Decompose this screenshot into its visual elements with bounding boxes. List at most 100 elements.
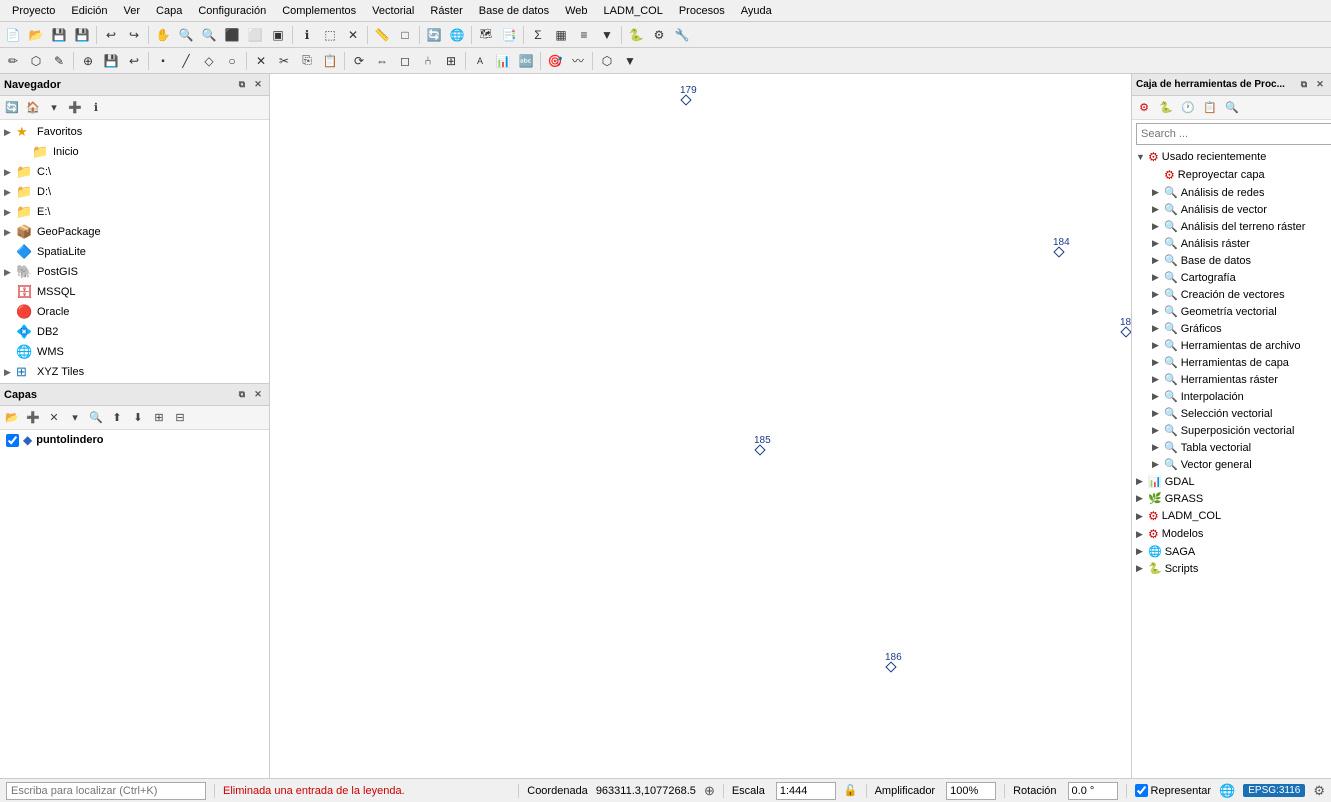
tb-macro[interactable]: ⚙	[648, 24, 670, 46]
proc-section-20[interactable]: ▶ 🌿 GRASS	[1132, 490, 1331, 507]
proc-section-13[interactable]: ▶ 🔍 Herramientas ráster	[1132, 371, 1331, 388]
tb2-delete[interactable]: ✕	[250, 50, 272, 72]
tb2-more2[interactable]: ▼	[619, 50, 641, 72]
tb2-field[interactable]: 🔤	[515, 50, 537, 72]
tb-save-as[interactable]: 💾	[71, 24, 93, 46]
menu-capa[interactable]: Capa	[148, 3, 190, 19]
status-render-icon[interactable]: 🌐	[1219, 783, 1235, 799]
layers-remove-btn[interactable]: ✕	[44, 408, 64, 428]
layers-open-btn[interactable]: 📂	[2, 408, 22, 428]
layers-close-btn[interactable]: ✕	[251, 388, 265, 402]
nav-item-db2[interactable]: 💠 DB2	[0, 322, 269, 342]
nav-refresh-btn[interactable]: 🔄	[2, 98, 22, 118]
tb2-copy[interactable]: ⎘	[296, 50, 318, 72]
tb-globe[interactable]: 🌐	[446, 24, 468, 46]
nav-item-oracle[interactable]: 🔴 Oracle	[0, 302, 269, 322]
proc-section-14[interactable]: ▶ 🔍 Interpolación	[1132, 388, 1331, 405]
layers-float-btn[interactable]: ⧉	[235, 388, 249, 402]
proc-section-7[interactable]: ▶ 🔍 Cartografía	[1132, 269, 1331, 286]
nav-item-e[interactable]: ▶ 📁 E:\	[0, 202, 269, 222]
tb-measure-area[interactable]: □	[394, 24, 416, 46]
status-search-input[interactable]	[6, 782, 206, 800]
proc-section-2[interactable]: ▶ 🔍 Análisis de redes	[1132, 184, 1331, 201]
tb-heatmap[interactable]: ≡	[573, 24, 595, 46]
tb-new-map[interactable]: 🗺	[475, 24, 497, 46]
tb2-scale[interactable]: ⇔	[371, 50, 393, 72]
tb-atlas[interactable]: 📑	[498, 24, 520, 46]
menu-base-datos[interactable]: Base de datos	[471, 3, 557, 19]
tb2-split[interactable]: ⑃	[417, 50, 439, 72]
menu-ladm-col[interactable]: LADM_COL	[596, 3, 671, 19]
layers-filter2-btn[interactable]: 🔍	[86, 408, 106, 428]
menu-ver[interactable]: Ver	[116, 3, 149, 19]
tb-more[interactable]: ▼	[596, 24, 618, 46]
menu-configuracion[interactable]: Configuración	[190, 3, 274, 19]
tb2-snap[interactable]: 🎯	[544, 50, 566, 72]
tb-redo[interactable]: ↪	[123, 24, 145, 46]
proc-section-9[interactable]: ▶ 🔍 Geometría vectorial	[1132, 303, 1331, 320]
proc-section-12[interactable]: ▶ 🔍 Herramientas de capa	[1132, 354, 1331, 371]
menu-web[interactable]: Web	[557, 3, 595, 19]
tb2-node[interactable]: ⬡	[25, 50, 47, 72]
nav-item-spatialite[interactable]: 🔷 SpatiaLite	[0, 242, 269, 262]
nav-add-btn[interactable]: ➕	[65, 98, 85, 118]
nav-item-geopackage[interactable]: ▶ 📦 GeoPackage	[0, 222, 269, 242]
tb-select-rect[interactable]: ⬚	[319, 24, 341, 46]
proc-section-17[interactable]: ▶ 🔍 Tabla vectorial	[1132, 439, 1331, 456]
status-scale-lock[interactable]: 🔓	[844, 784, 858, 797]
proc-section-19[interactable]: ▶ 📊 GDAL	[1132, 473, 1331, 490]
processing-search-input[interactable]	[1136, 123, 1331, 145]
tb-zoom-layer[interactable]: ⬜	[244, 24, 266, 46]
tb-zoom-full[interactable]: ⬛	[221, 24, 243, 46]
proc-section-23[interactable]: ▶ 🌐 SAGA	[1132, 543, 1331, 560]
tb2-trace[interactable]: 〰	[567, 50, 589, 72]
nav-filter-btn[interactable]: ▾	[44, 98, 64, 118]
proc-section-8[interactable]: ▶ 🔍 Creación de vectores	[1132, 286, 1331, 303]
proc-section-5[interactable]: ▶ 🔍 Análisis ráster	[1132, 235, 1331, 252]
processing-float-btn[interactable]: ⧉	[1297, 78, 1311, 92]
status-coord-icon[interactable]: ⊕	[704, 783, 715, 799]
proc-section-3[interactable]: ▶ 🔍 Análisis de vector	[1132, 201, 1331, 218]
tb-new[interactable]: 📄	[2, 24, 24, 46]
menu-complementos[interactable]: Complementos	[274, 3, 364, 19]
tb2-add-line[interactable]: ╱	[175, 50, 197, 72]
tb2-save-edits[interactable]: 💾	[100, 50, 122, 72]
layer-item-puntolindero[interactable]: ◆ puntolindero	[0, 430, 269, 450]
status-represent-checkbox[interactable]	[1135, 784, 1148, 797]
tb2-topology[interactable]: ⬡	[596, 50, 618, 72]
layers-collapse-btn[interactable]: ⊟	[170, 408, 190, 428]
tb-save[interactable]: 💾	[48, 24, 70, 46]
tb2-rotate[interactable]: ⟳	[348, 50, 370, 72]
proc-section-11[interactable]: ▶ 🔍 Herramientas de archivo	[1132, 337, 1331, 354]
layers-down-btn[interactable]: ⬇	[128, 408, 148, 428]
nav-item-mssql[interactable]: 🗄 MSSQL	[0, 282, 269, 302]
proc-section-10[interactable]: ▶ 🔍 Gráficos	[1132, 320, 1331, 337]
menu-procesos[interactable]: Procesos	[671, 3, 733, 19]
proc-section-6[interactable]: ▶ 🔍 Base de datos	[1132, 252, 1331, 269]
menu-ayuda[interactable]: Ayuda	[733, 3, 780, 19]
tb2-simplify[interactable]: ◻	[394, 50, 416, 72]
tb2-toggle[interactable]: ⊕	[77, 50, 99, 72]
proc-results-btn[interactable]: 📋	[1200, 98, 1220, 118]
proc-section-16[interactable]: ▶ 🔍 Superposición vectorial	[1132, 422, 1331, 439]
navigator-close-btn[interactable]: ✕	[251, 78, 265, 92]
nav-item-wms[interactable]: 🌐 WMS	[0, 342, 269, 362]
status-amp-input[interactable]	[946, 782, 996, 800]
nav-info-btn[interactable]: ℹ	[86, 98, 106, 118]
layers-filter-btn[interactable]: ▾	[65, 408, 85, 428]
tb2-label[interactable]: A	[469, 50, 491, 72]
tb-zoom-selection[interactable]: ▣	[267, 24, 289, 46]
menu-edicion[interactable]: Edición	[63, 3, 115, 19]
proc-section-21[interactable]: ▶ ⚙ LADM_COL	[1132, 507, 1331, 525]
tb2-roll[interactable]: ↩	[123, 50, 145, 72]
proc-section-18[interactable]: ▶ 🔍 Vector general	[1132, 456, 1331, 473]
menu-raster[interactable]: Ráster	[422, 3, 470, 19]
menu-proyecto[interactable]: Proyecto	[4, 3, 63, 19]
proc-section-0[interactable]: ▼ ⚙ Usado recientemente	[1132, 148, 1331, 166]
tb2-add-ring[interactable]: ○	[221, 50, 243, 72]
tb-undo[interactable]: ↩	[100, 24, 122, 46]
nav-home-btn[interactable]: 🏠	[23, 98, 43, 118]
nav-item-postgis[interactable]: ▶ 🐘 PostGIS	[0, 262, 269, 282]
tb-pan[interactable]: ✋	[152, 24, 174, 46]
nav-item-xyz[interactable]: ▶ ⊞ XYZ Tiles	[0, 362, 269, 382]
